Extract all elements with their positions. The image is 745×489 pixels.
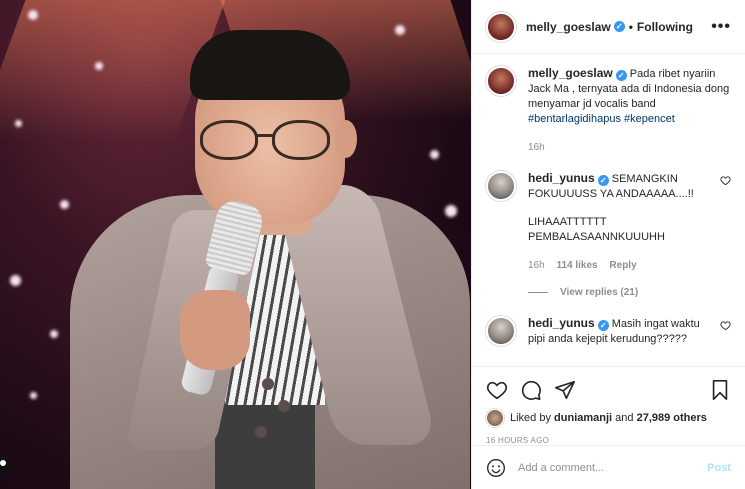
stage-light [50,330,58,338]
liked-by-prefix: Liked by [510,412,551,424]
verified-badge-icon: ✓ [615,70,627,81]
stage-light [430,150,439,159]
share-icon[interactable] [554,379,576,401]
caption-username[interactable]: melly_goeslaw [528,66,613,80]
caption-hashtags[interactable]: #bentarlagidihapus #kepencet [528,113,675,125]
emoji-icon[interactable] [486,458,506,478]
bookmark-icon[interactable] [709,379,731,401]
verified-badge-icon: ✓ [613,21,625,32]
glasses [200,120,340,160]
follow-separator: • [628,19,633,34]
replies-line [528,292,548,293]
post-comment-button[interactable]: Post [707,462,731,474]
stage-light [10,275,21,286]
instagram-post: melly_goeslaw ✓ • Following ••• melly_go… [0,0,745,489]
comment-username[interactable]: hedi_yunus [528,316,595,330]
view-replies-button[interactable]: View replies (21) [528,287,731,298]
caption: melly_goeslaw ✓ Pada ribet nyariin Jack M… [486,66,731,171]
add-comment-input[interactable]: Add a comment... [518,462,707,474]
comments-list[interactable]: melly_goeslaw ✓ Pada ribet nyariin Jack M… [472,54,745,366]
liked-by-user[interactable]: duniamanji [554,412,612,424]
tagged-user-icon[interactable] [0,456,12,474]
more-options-icon[interactable]: ••• [711,18,731,36]
hair [190,30,350,100]
coat-button [278,400,290,412]
reply-button[interactable]: Reply [609,260,636,271]
comment: hedi_yunus ✓ SEMANGKIN FOKUUUUSS YA ANDAA… [486,171,731,273]
caption-time[interactable]: 16h [528,142,545,153]
liker-avatar[interactable] [486,409,504,427]
stage-light [30,392,37,399]
post-photo[interactable] [0,0,471,489]
comment: hedi_yunus ✓ Masih ingat waktu pipi anda … [486,316,731,347]
comment-username[interactable]: hedi_yunus [528,171,595,185]
heart-icon[interactable] [486,379,508,401]
author-username[interactable]: melly_goeslaw [526,20,611,34]
post-side-panel: melly_goeslaw ✓ • Following ••• melly_go… [471,0,745,489]
stage-light [445,205,457,217]
hand [180,290,250,370]
stage-light [395,25,405,35]
heart-icon[interactable] [720,175,731,186]
stage-light [15,120,22,127]
author-avatar[interactable] [486,66,516,96]
following-button[interactable]: Following [637,20,693,34]
view-replies-label[interactable]: View replies (21) [560,287,638,298]
comment-icon[interactable] [520,379,542,401]
post-header: melly_goeslaw ✓ • Following ••• [472,0,745,54]
liked-by-and: and [615,412,634,424]
comment-likes[interactable]: 114 likes [556,260,597,271]
comment-text-continued: LIHAAATTTTTT PEMBALASAANNKUUUHH [528,216,665,243]
liked-by: Liked by duniamanji and 27,989 others [486,409,731,427]
add-comment-bar: Add a comment... Post [472,445,745,489]
comment-time[interactable]: 16h [528,260,545,271]
coat-button [262,378,274,390]
verified-badge-icon: ✓ [597,175,609,186]
coat-button [255,426,267,438]
heart-icon[interactable] [720,320,731,331]
post-actions: Liked by duniamanji and 27,989 others 16… [472,366,745,445]
commenter-avatar[interactable] [486,171,516,201]
commenter-avatar[interactable] [486,316,516,346]
stage-light [95,62,103,70]
stage-light [60,200,69,209]
likes-count[interactable]: 27,989 others [637,412,707,424]
stage-light [28,10,38,20]
post-timestamp[interactable]: 16 HOURS AGO [486,436,731,445]
verified-badge-icon: ✓ [597,320,609,331]
author-avatar[interactable] [486,11,516,42]
